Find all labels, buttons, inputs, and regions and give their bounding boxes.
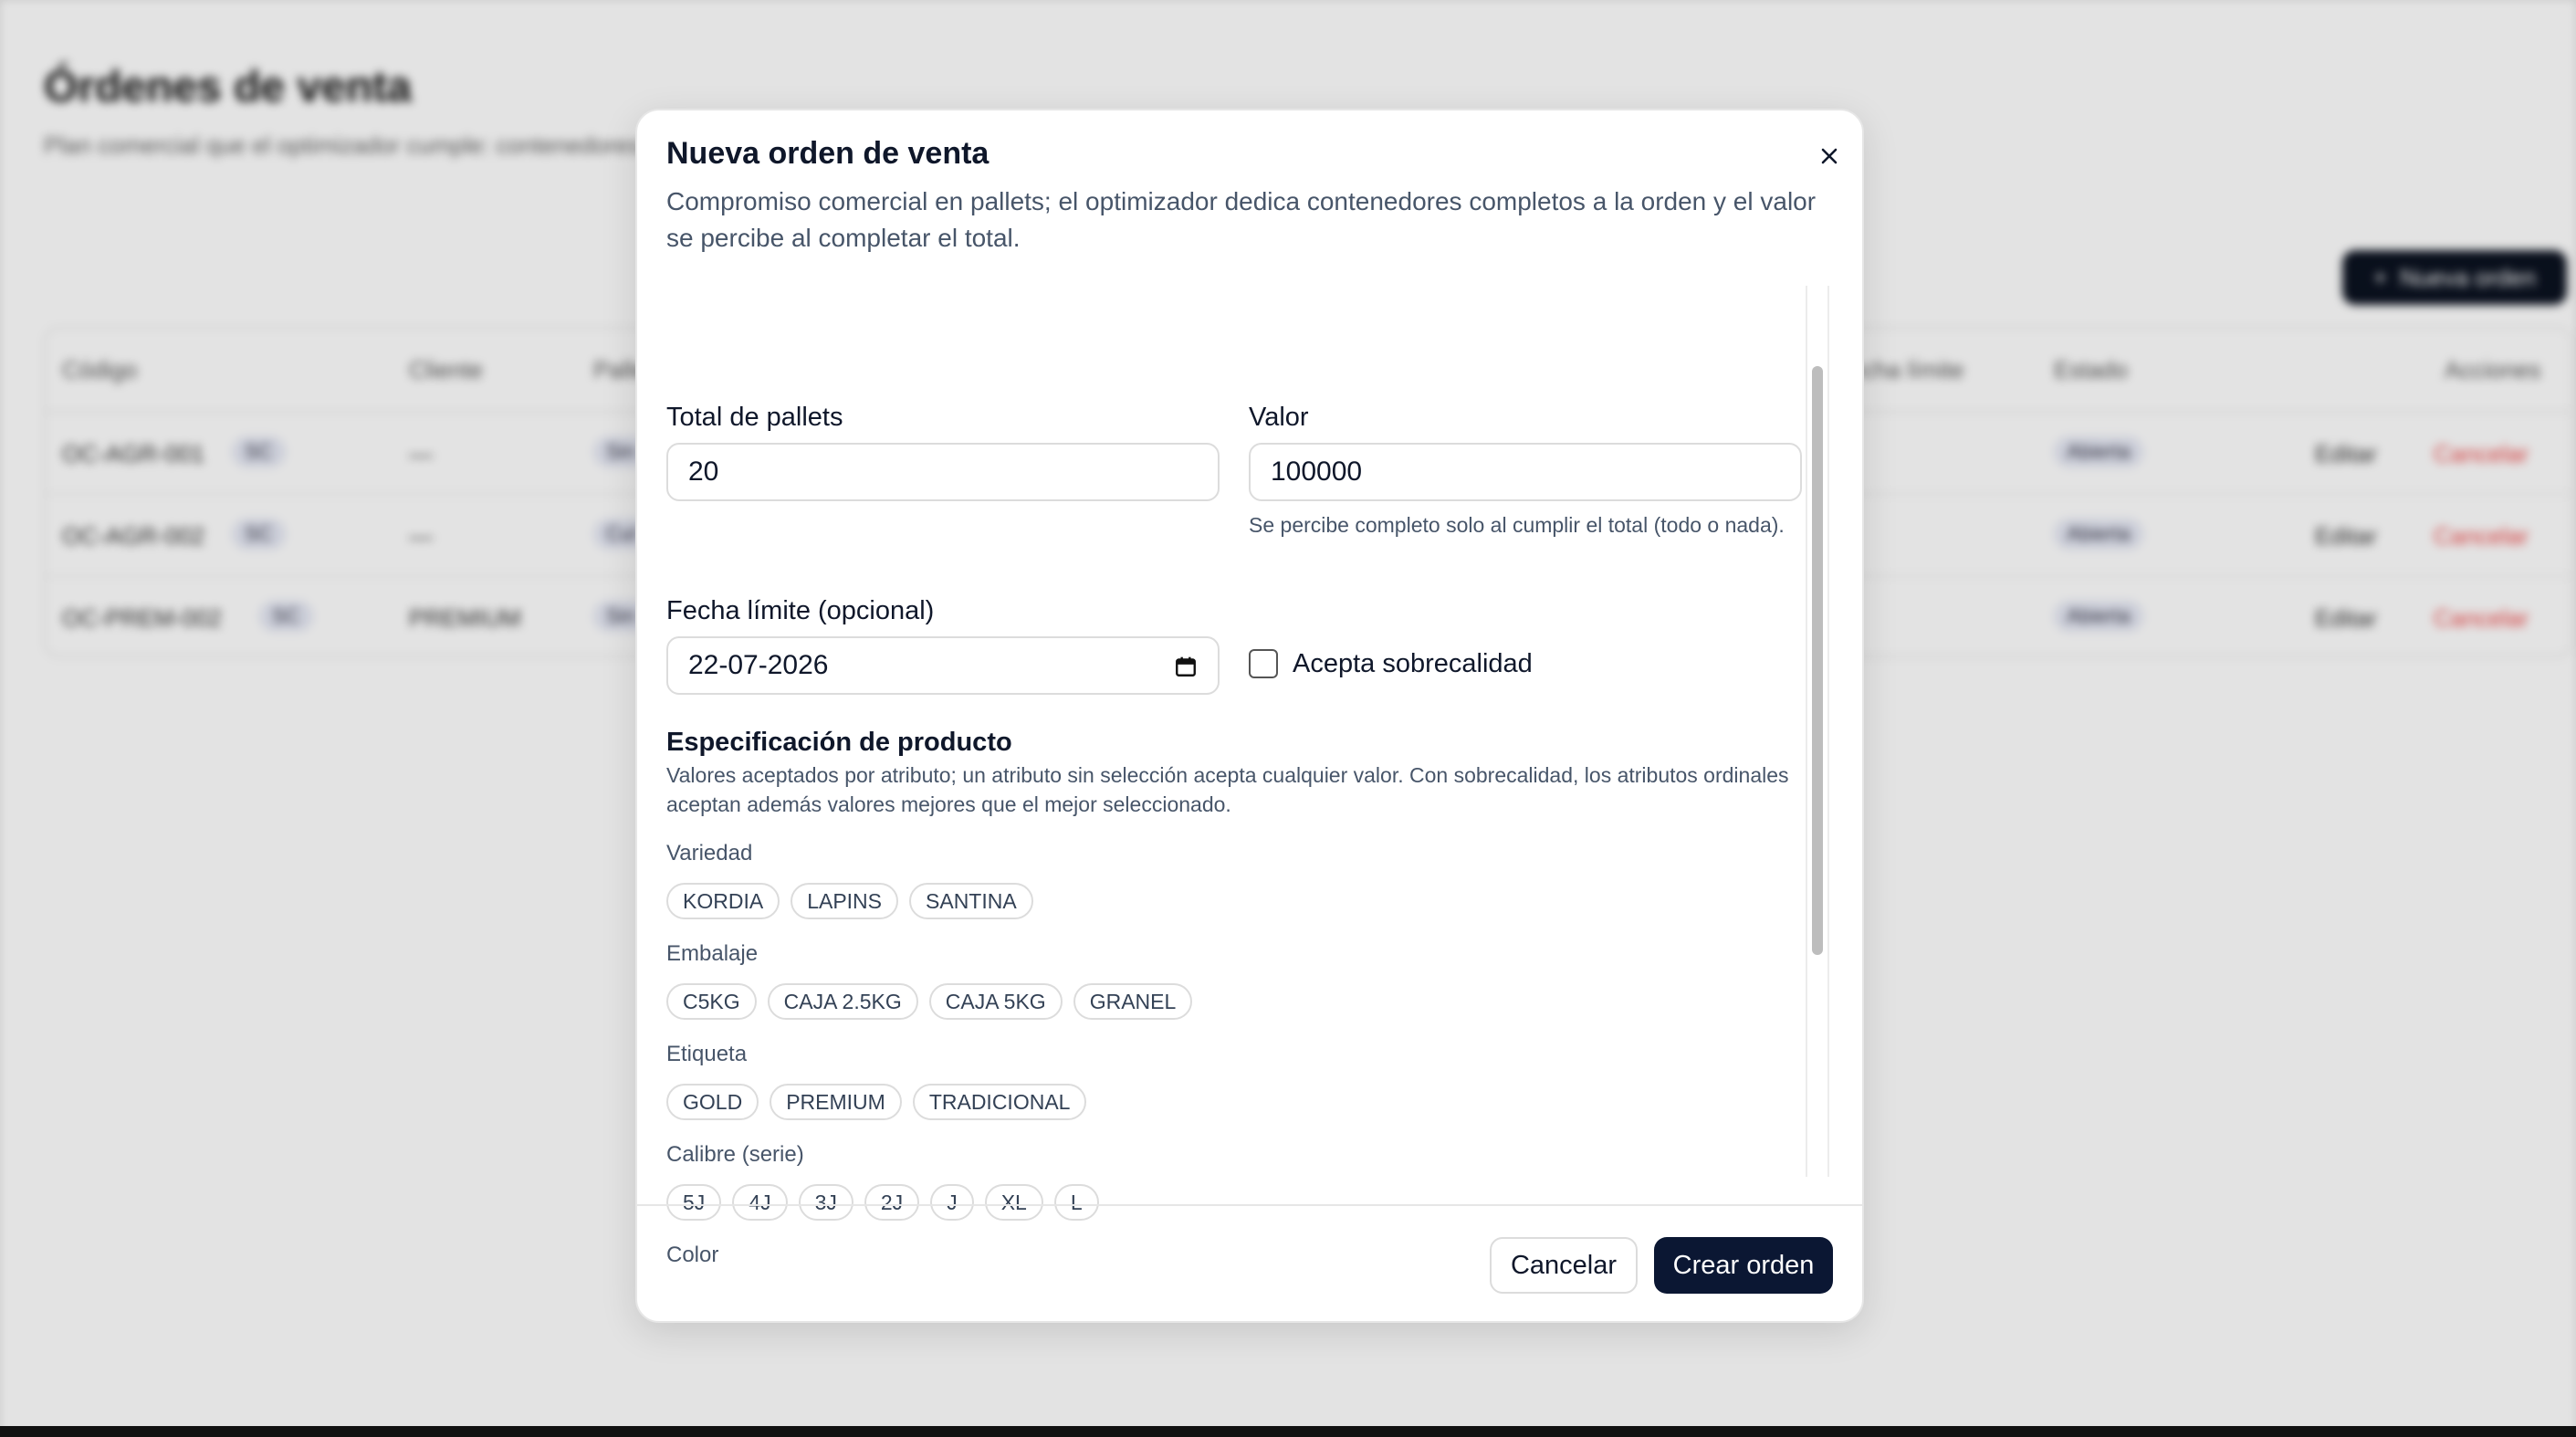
- create-order-button[interactable]: Crear orden: [1654, 1237, 1833, 1294]
- attr-label-calibre: Calibre (serie): [666, 1142, 804, 1167]
- chips-etiqueta: GOLD PREMIUM TRADICIONAL: [666, 1084, 1087, 1120]
- spec-description: Valores aceptados por atributo; un atrib…: [666, 763, 1789, 816]
- attr-label-variedad: Variedad: [666, 841, 753, 865]
- chip-c5kg[interactable]: C5KG: [666, 983, 757, 1020]
- chips-embalaje: C5KG CAJA 2.5KG CAJA 5KG GRANEL: [666, 983, 1193, 1020]
- dialog-body: Total de pallets Valor Se percibe comple…: [666, 286, 1826, 1286]
- chip-granel[interactable]: GRANEL: [1073, 983, 1193, 1020]
- calendar-icon[interactable]: [1174, 655, 1198, 678]
- chip-caja-2-5kg[interactable]: CAJA 2.5KG: [767, 983, 918, 1020]
- dialog-footer: Cancelar Crear orden: [637, 1204, 1862, 1323]
- fecha-limite-label: Fecha límite (opcional): [666, 596, 935, 625]
- total-pallets-input[interactable]: [666, 443, 1220, 501]
- spec-title: Especificación de producto: [666, 728, 1012, 757]
- bottom-bar: [0, 1426, 2576, 1437]
- fecha-limite-input[interactable]: 22-07-2026: [666, 636, 1220, 695]
- close-button[interactable]: [1809, 136, 1849, 176]
- chip-caja-5kg[interactable]: CAJA 5KG: [928, 983, 1063, 1020]
- attr-label-embalaje: Embalaje: [666, 941, 759, 966]
- chip-premium[interactable]: PREMIUM: [770, 1084, 902, 1120]
- valor-help-text: Se percibe completo solo al cumplir el t…: [1249, 513, 1785, 537]
- chip-gold[interactable]: GOLD: [666, 1084, 759, 1120]
- close-icon: [1821, 148, 1838, 164]
- cancel-button[interactable]: Cancelar: [1490, 1237, 1638, 1294]
- chip-kordia[interactable]: KORDIA: [666, 883, 780, 919]
- chip-tradicional[interactable]: TRADICIONAL: [912, 1084, 1087, 1120]
- valor-input[interactable]: [1249, 443, 1802, 501]
- total-pallets-value[interactable]: [688, 456, 1198, 488]
- fecha-limite-value: 22-07-2026: [688, 650, 829, 680]
- dialog-description: Compromiso comercial en pallets; el opti…: [666, 187, 1817, 252]
- valor-label: Valor: [1249, 403, 1309, 432]
- new-order-dialog: Nueva orden de venta Compromiso comercia…: [635, 109, 1864, 1323]
- chips-variedad: KORDIA LAPINS SANTINA: [666, 883, 1033, 919]
- chip-santina[interactable]: SANTINA: [909, 883, 1033, 919]
- chip-lapins[interactable]: LAPINS: [791, 883, 899, 919]
- dialog-title: Nueva orden de venta: [666, 136, 990, 171]
- attr-label-etiqueta: Etiqueta: [666, 1042, 748, 1066]
- total-pallets-label: Total de pallets: [666, 403, 843, 432]
- sobrecalidad-checkbox[interactable]: [1249, 649, 1278, 678]
- sobrecalidad-label[interactable]: Acepta sobrecalidad: [1293, 649, 1533, 679]
- valor-value[interactable]: [1271, 456, 1780, 488]
